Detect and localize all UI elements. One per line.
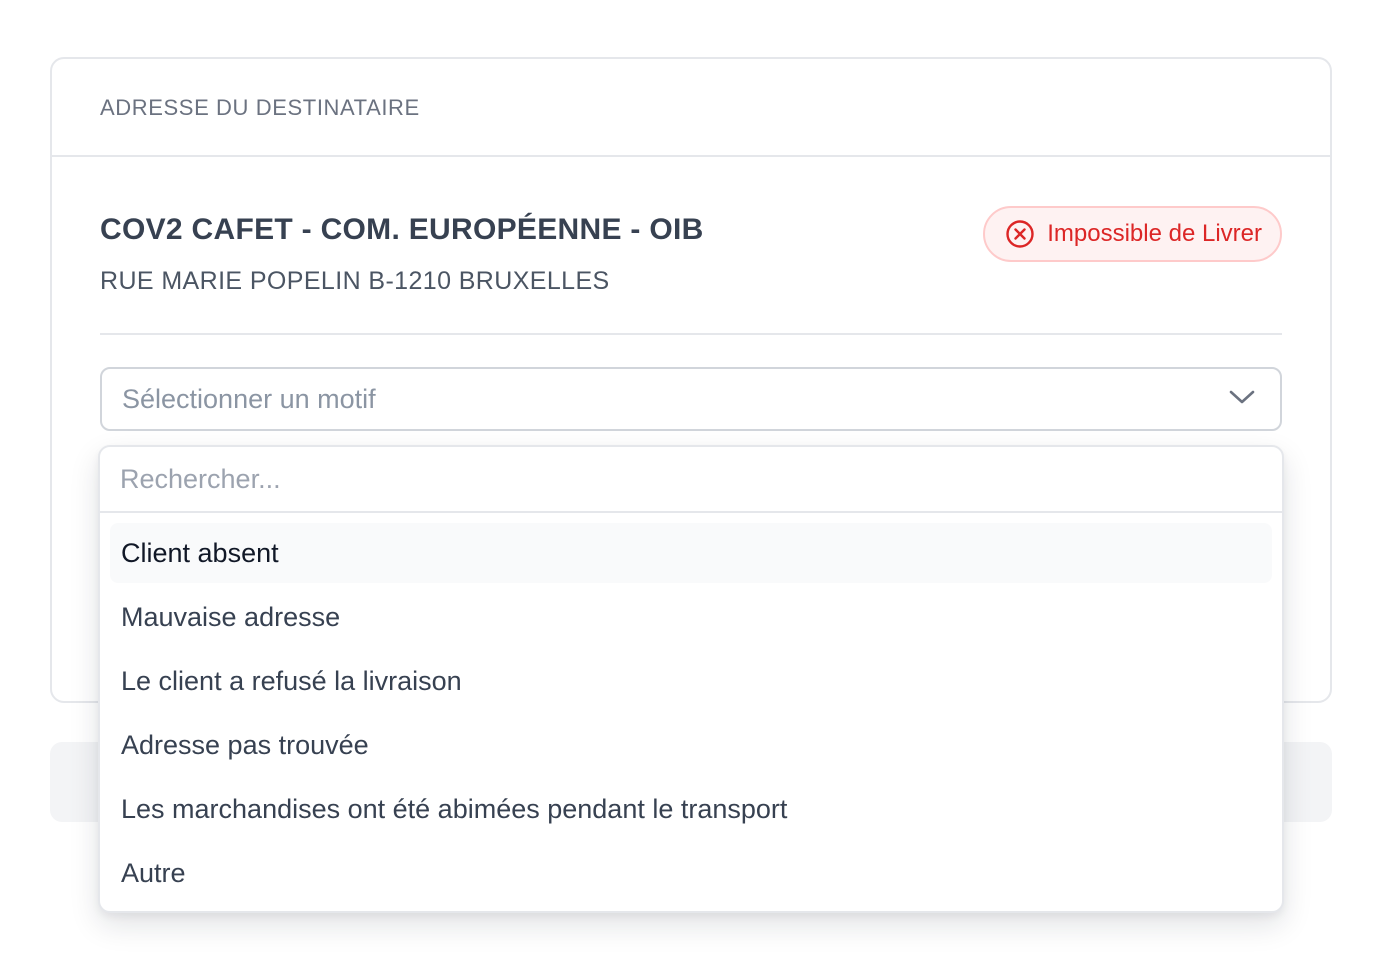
recipient-name: COV2 CAFET - COM. EUROPÉENNE - OIB	[100, 213, 704, 246]
reason-dropdown: Client absentMauvaise adresseLe client a…	[98, 445, 1284, 913]
reason-select-placeholder: Sélectionner un motif	[122, 383, 376, 414]
dropdown-option[interactable]: Adresse pas trouvée	[110, 715, 1272, 775]
status-badge: Impossible de Livrer	[983, 206, 1282, 262]
chevron-down-icon	[1228, 388, 1256, 411]
divider	[100, 333, 1282, 335]
recipient-address: RUE MARIE POPELIN B-1210 BRUXELLES	[100, 267, 610, 295]
card-header-title: ADRESSE DU DESTINATAIRE	[100, 95, 420, 120]
x-circle-icon	[1005, 219, 1035, 249]
dropdown-option[interactable]: Client absent	[110, 523, 1272, 583]
card-header: ADRESSE DU DESTINATAIRE	[52, 59, 1330, 157]
status-badge-label: Impossible de Livrer	[1047, 220, 1262, 247]
dropdown-option[interactable]: Mauvaise adresse	[110, 587, 1272, 647]
dropdown-search-input[interactable]	[120, 447, 1282, 511]
dropdown-option[interactable]: Le client a refusé la livraison	[110, 651, 1272, 711]
reason-select[interactable]: Sélectionner un motif	[100, 367, 1282, 431]
dropdown-search-row	[100, 447, 1282, 513]
dropdown-option[interactable]: Autre	[110, 843, 1272, 903]
dropdown-option[interactable]: Les marchandises ont été abimées pendant…	[110, 779, 1272, 839]
dropdown-option-list: Client absent Mauvaise adresse Le client a…	[100, 513, 1282, 903]
